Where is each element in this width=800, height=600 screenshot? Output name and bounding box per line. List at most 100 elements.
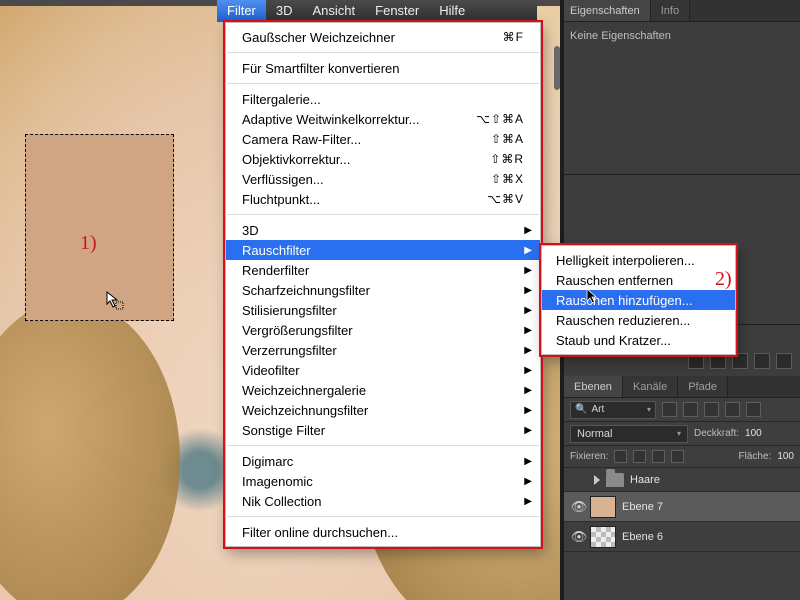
tab-kanaele[interactable]: Kanäle bbox=[623, 376, 678, 397]
filter-pixel-icon[interactable] bbox=[662, 402, 677, 417]
menu-item-video[interactable]: Videofilter▶ bbox=[226, 360, 540, 380]
menu-item-last-filter[interactable]: Gaußscher Weichzeichner ⌘F bbox=[226, 27, 540, 47]
menu-item-label: Videofilter bbox=[242, 363, 300, 378]
tab-info[interactable]: Info bbox=[651, 0, 690, 21]
menu-item[interactable]: Camera Raw-Filter...⇧⌘A bbox=[226, 129, 540, 149]
layer-item[interactable]: 👁 Ebene 6 bbox=[564, 522, 800, 552]
submenu-item-add-noise[interactable]: Rauschen hinzufügen... bbox=[542, 290, 735, 310]
layer-thumbnail[interactable] bbox=[590, 526, 616, 548]
layers-blend-row: Normal ▾ Deckkraft: 100 bbox=[564, 422, 800, 446]
filter-menu-dropdown: Gaußscher Weichzeichner ⌘F Für Smartfilt… bbox=[225, 22, 541, 547]
menu-separator bbox=[227, 445, 539, 446]
menubar-strip bbox=[537, 0, 560, 6]
submenu-item[interactable]: Helligkeit interpolieren... bbox=[542, 250, 735, 270]
menu-item-digimarc[interactable]: Digimarc▶ bbox=[226, 451, 540, 471]
disclosure-triangle-icon[interactable] bbox=[594, 475, 600, 485]
opacity-label: Deckkraft: bbox=[694, 428, 739, 439]
menu-item[interactable]: Objektivkorrektur...⇧⌘R bbox=[226, 149, 540, 169]
menu-separator bbox=[227, 214, 539, 215]
filter-type-icon[interactable] bbox=[704, 402, 719, 417]
selection-marquee[interactable] bbox=[25, 134, 174, 321]
menu-item-imagenomic[interactable]: Imagenomic▶ bbox=[226, 471, 540, 491]
blend-mode-select[interactable]: Normal ▾ bbox=[570, 425, 688, 443]
opacity-value[interactable]: 100 bbox=[745, 428, 762, 439]
menu-item-weichzeichnung[interactable]: Weichzeichnungsfilter▶ bbox=[226, 400, 540, 420]
menu-item-label: Filtergalerie... bbox=[242, 92, 321, 107]
menu-item-nik[interactable]: Nik Collection▶ bbox=[226, 491, 540, 511]
menu-3d[interactable]: 3D bbox=[266, 0, 303, 22]
menu-ansicht[interactable]: Ansicht bbox=[303, 0, 366, 22]
layer-kind-filter[interactable]: 🔍 Art ▾ bbox=[570, 401, 656, 419]
menu-fenster[interactable]: Fenster bbox=[365, 0, 429, 22]
filter-adjust-icon[interactable] bbox=[683, 402, 698, 417]
layer-group[interactable]: Haare bbox=[564, 468, 800, 492]
submenu-arrow-icon: ▶ bbox=[524, 225, 532, 236]
lock-position-icon[interactable] bbox=[652, 450, 665, 463]
lock-transparent-icon[interactable] bbox=[614, 450, 627, 463]
menu-item-scharfzeichnung[interactable]: Scharfzeichnungsfilter▶ bbox=[226, 280, 540, 300]
submenu-item[interactable]: Rauschen reduzieren... bbox=[542, 310, 735, 330]
menu-item-label: Rauschen entfernen bbox=[556, 273, 673, 288]
menu-item-sonstige[interactable]: Sonstige Filter▶ bbox=[226, 420, 540, 440]
adjustment-icon[interactable] bbox=[732, 353, 748, 369]
menu-hilfe[interactable]: Hilfe bbox=[429, 0, 475, 22]
menu-item-label: Camera Raw-Filter... bbox=[242, 132, 361, 147]
menu-shortcut: ⌥⇧⌘A bbox=[476, 112, 524, 126]
menu-item-vergroesserung[interactable]: Vergrößerungsfilter▶ bbox=[226, 320, 540, 340]
adjustment-icon[interactable] bbox=[754, 353, 770, 369]
menu-item-label: Adaptive Weitwinkelkorrektur... bbox=[242, 112, 420, 127]
tab-eigenschaften[interactable]: Eigenschaften bbox=[560, 0, 651, 21]
menu-filter[interactable]: Filter bbox=[217, 0, 266, 22]
adjustment-icon[interactable] bbox=[710, 353, 726, 369]
menu-item-label: Objektivkorrektur... bbox=[242, 152, 350, 167]
submenu-item[interactable]: Staub und Kratzer... bbox=[542, 330, 735, 350]
menu-item-label: Weichzeichnergalerie bbox=[242, 383, 366, 398]
filter-shape-icon[interactable] bbox=[725, 402, 740, 417]
visibility-toggle[interactable]: 👁 bbox=[568, 499, 590, 515]
submenu-arrow-icon: ▶ bbox=[524, 265, 532, 276]
annotation-2: 2) bbox=[715, 268, 732, 291]
menu-shortcut: ⇧⌘X bbox=[491, 172, 524, 186]
menu-item-3d[interactable]: 3D ▶ bbox=[226, 220, 540, 240]
menu-item[interactable]: Fluchtpunkt...⌥⌘V bbox=[226, 189, 540, 209]
app-menubar: Filter 3D Ansicht Fenster Hilfe bbox=[217, 0, 537, 22]
menu-item-label: Nik Collection bbox=[242, 494, 321, 509]
menu-item[interactable]: Filtergalerie... bbox=[226, 89, 540, 109]
menu-item-label: Gaußscher Weichzeichner bbox=[242, 30, 395, 45]
tab-ebenen[interactable]: Ebenen bbox=[564, 376, 623, 397]
lock-all-icon[interactable] bbox=[671, 450, 684, 463]
layer-name[interactable]: Ebene 7 bbox=[622, 501, 663, 513]
menu-item-label: Rauschen hinzufügen... bbox=[556, 293, 693, 308]
submenu-arrow-icon: ▶ bbox=[524, 305, 532, 316]
lock-pixels-icon[interactable] bbox=[633, 450, 646, 463]
menu-item-renderfilter[interactable]: Renderfilter▶ bbox=[226, 260, 540, 280]
visibility-toggle[interactable]: 👁 bbox=[568, 529, 590, 545]
layer-thumbnail[interactable] bbox=[590, 496, 616, 518]
adjustment-icon[interactable] bbox=[688, 353, 704, 369]
submenu-arrow-icon: ▶ bbox=[524, 325, 532, 336]
menu-item-label: Digimarc bbox=[242, 454, 293, 469]
menu-item-label: Fluchtpunkt... bbox=[242, 192, 320, 207]
layer-name[interactable]: Haare bbox=[630, 474, 660, 486]
properties-body: Keine Eigenschaften bbox=[560, 22, 800, 50]
menu-item-smartfilter[interactable]: Für Smartfilter konvertieren bbox=[226, 58, 540, 78]
menu-item[interactable]: Adaptive Weitwinkelkorrektur... ⌥⇧⌘A bbox=[226, 109, 540, 129]
menu-item-label: Rauschfilter bbox=[242, 243, 311, 258]
menu-item-label: 3D bbox=[242, 223, 259, 238]
layer-kind-label: Art bbox=[591, 404, 604, 415]
menu-item[interactable]: Verflüssigen...⇧⌘X bbox=[226, 169, 540, 189]
menu-item-rauschfilter[interactable]: Rauschfilter▶ bbox=[226, 240, 540, 260]
menu-item-weichzeichnergalerie[interactable]: Weichzeichnergalerie▶ bbox=[226, 380, 540, 400]
layer-name[interactable]: Ebene 6 bbox=[622, 531, 663, 543]
tab-pfade[interactable]: Pfade bbox=[678, 376, 728, 397]
menu-separator bbox=[227, 83, 539, 84]
menu-item-stilisierung[interactable]: Stilisierungsfilter▶ bbox=[226, 300, 540, 320]
submenu-item[interactable]: Rauschen entfernen bbox=[542, 270, 735, 290]
layer-item[interactable]: 👁 Ebene 7 bbox=[564, 492, 800, 522]
filter-smart-icon[interactable] bbox=[746, 402, 761, 417]
adjustment-icon[interactable] bbox=[776, 353, 792, 369]
fill-value[interactable]: 100 bbox=[777, 451, 794, 462]
menu-item-online[interactable]: Filter online durchsuchen... bbox=[226, 522, 540, 542]
menu-item-verzerrung[interactable]: Verzerrungsfilter▶ bbox=[226, 340, 540, 360]
menu-item-label: Rauschen reduzieren... bbox=[556, 313, 690, 328]
